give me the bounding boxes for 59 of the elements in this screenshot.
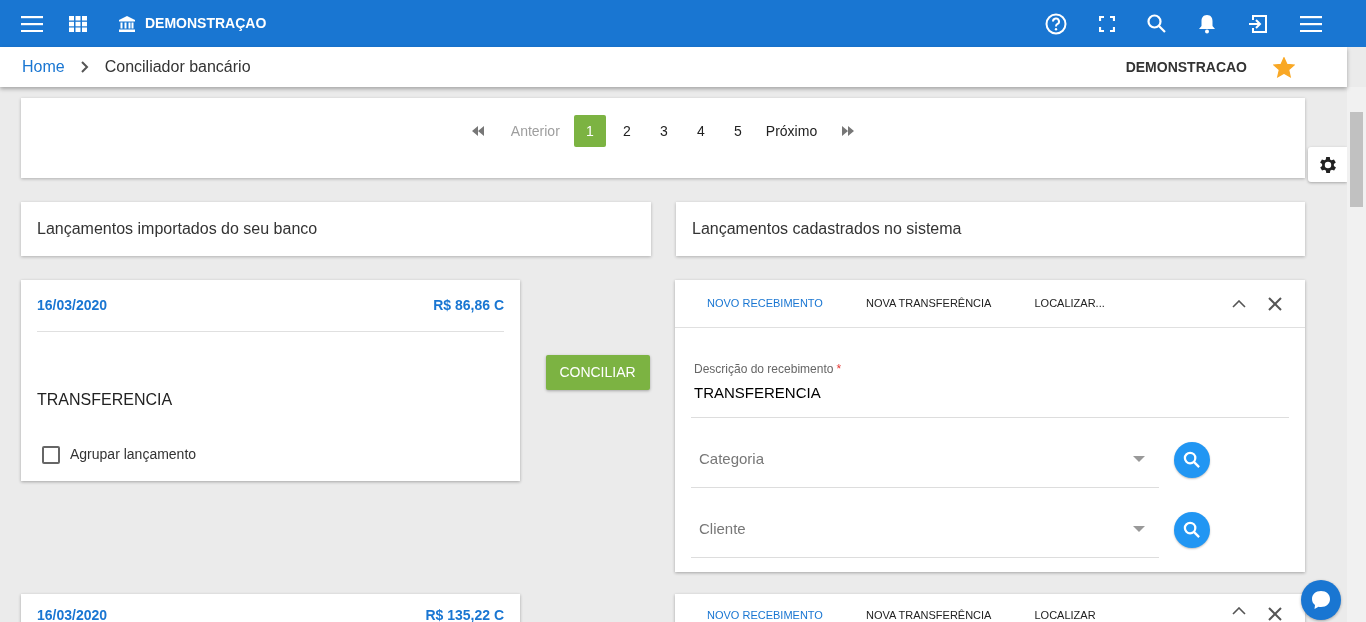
chevron-right-icon <box>80 61 89 73</box>
entry-amount: R$ 135,22 C <box>425 605 504 622</box>
breadcrumb-current: Conciliador bancário <box>104 57 251 77</box>
select-field[interactable]: Categoria <box>691 431 1159 488</box>
checkbox-label: Agrupar lançamento <box>70 445 197 464</box>
chevron-up-icon[interactable] <box>1232 299 1246 308</box>
section-title: Lançamentos importados do seu banco <box>37 219 318 239</box>
dropdown-caret-icon <box>1133 526 1145 532</box>
help-icon[interactable] <box>1045 12 1067 35</box>
field-value: TRANSFERENCIA <box>694 383 822 403</box>
tab[interactable]: NOVA TRANSFERÊNCIA <box>865 606 992 622</box>
close-icon[interactable] <box>1268 606 1282 621</box>
tab[interactable]: NOVO RECEBIMENTO <box>707 606 823 622</box>
select-placeholder: Categoria <box>699 448 766 469</box>
search-icon[interactable] <box>1147 14 1166 33</box>
menu-icon[interactable] <box>21 15 43 32</box>
scrollbar[interactable] <box>1347 87 1366 622</box>
bell-icon[interactable] <box>1198 13 1216 34</box>
sign-in-icon[interactable] <box>1248 13 1268 34</box>
star-icon[interactable] <box>1273 56 1295 78</box>
checkbox[interactable] <box>42 445 60 464</box>
chat-bubble-icon <box>1310 590 1332 610</box>
page-link[interactable]: 3 <box>647 115 680 147</box>
page-link[interactable]: 5 <box>721 115 754 147</box>
close-icon[interactable] <box>1268 296 1282 311</box>
chevron-up-icon[interactable] <box>1232 606 1246 615</box>
menu-icon[interactable] <box>1300 15 1322 32</box>
company-name[interactable]: DEMONSTRAÇAO <box>145 13 267 34</box>
entry-date: 16/03/2020 <box>37 296 108 315</box>
section-title: Lançamentos cadastrados no sistema <box>692 219 962 239</box>
page-link[interactable]: 2 <box>610 115 643 147</box>
last-page-icon[interactable] <box>841 126 856 136</box>
apps-grid-icon[interactable] <box>69 15 87 32</box>
chat-button[interactable] <box>1301 580 1341 620</box>
tab[interactable]: LOCALIZAR <box>1034 606 1096 622</box>
entry-description: TRANSFERENCIA <box>37 390 174 410</box>
description-field[interactable]: Descrição do recebimento * TRANSFERENCIA <box>691 328 1289 418</box>
fullscreen-icon[interactable] <box>1099 15 1115 32</box>
dropdown-caret-icon <box>1133 456 1145 462</box>
account-name: DEMONSTRACAO <box>1125 57 1247 77</box>
select-field[interactable]: Cliente <box>691 501 1159 558</box>
bank-icon <box>119 15 135 32</box>
tab[interactable]: NOVO RECEBIMENTO <box>707 295 823 312</box>
first-page-icon[interactable] <box>470 126 485 136</box>
entry-date: 16/03/2020 <box>37 605 108 622</box>
entry-amount: R$ 86,86 C <box>433 296 504 315</box>
tab[interactable]: LOCALIZAR... <box>1034 295 1105 312</box>
breadcrumb-link[interactable]: Home <box>22 55 65 79</box>
search-icon <box>1183 520 1201 539</box>
search-button[interactable] <box>1174 511 1210 548</box>
search-icon <box>1183 450 1201 469</box>
select-placeholder: Cliente <box>699 518 747 539</box>
tab[interactable]: NOVA TRANSFERÊNCIA <box>865 295 992 312</box>
next-link[interactable]: Próximo <box>763 115 820 147</box>
search-button[interactable] <box>1174 441 1210 478</box>
required-mark: * <box>836 362 842 376</box>
settings-button[interactable] <box>1308 147 1347 182</box>
field-label: Descrição do recebimento <box>694 362 834 376</box>
page-link[interactable]: 4 <box>684 115 717 147</box>
